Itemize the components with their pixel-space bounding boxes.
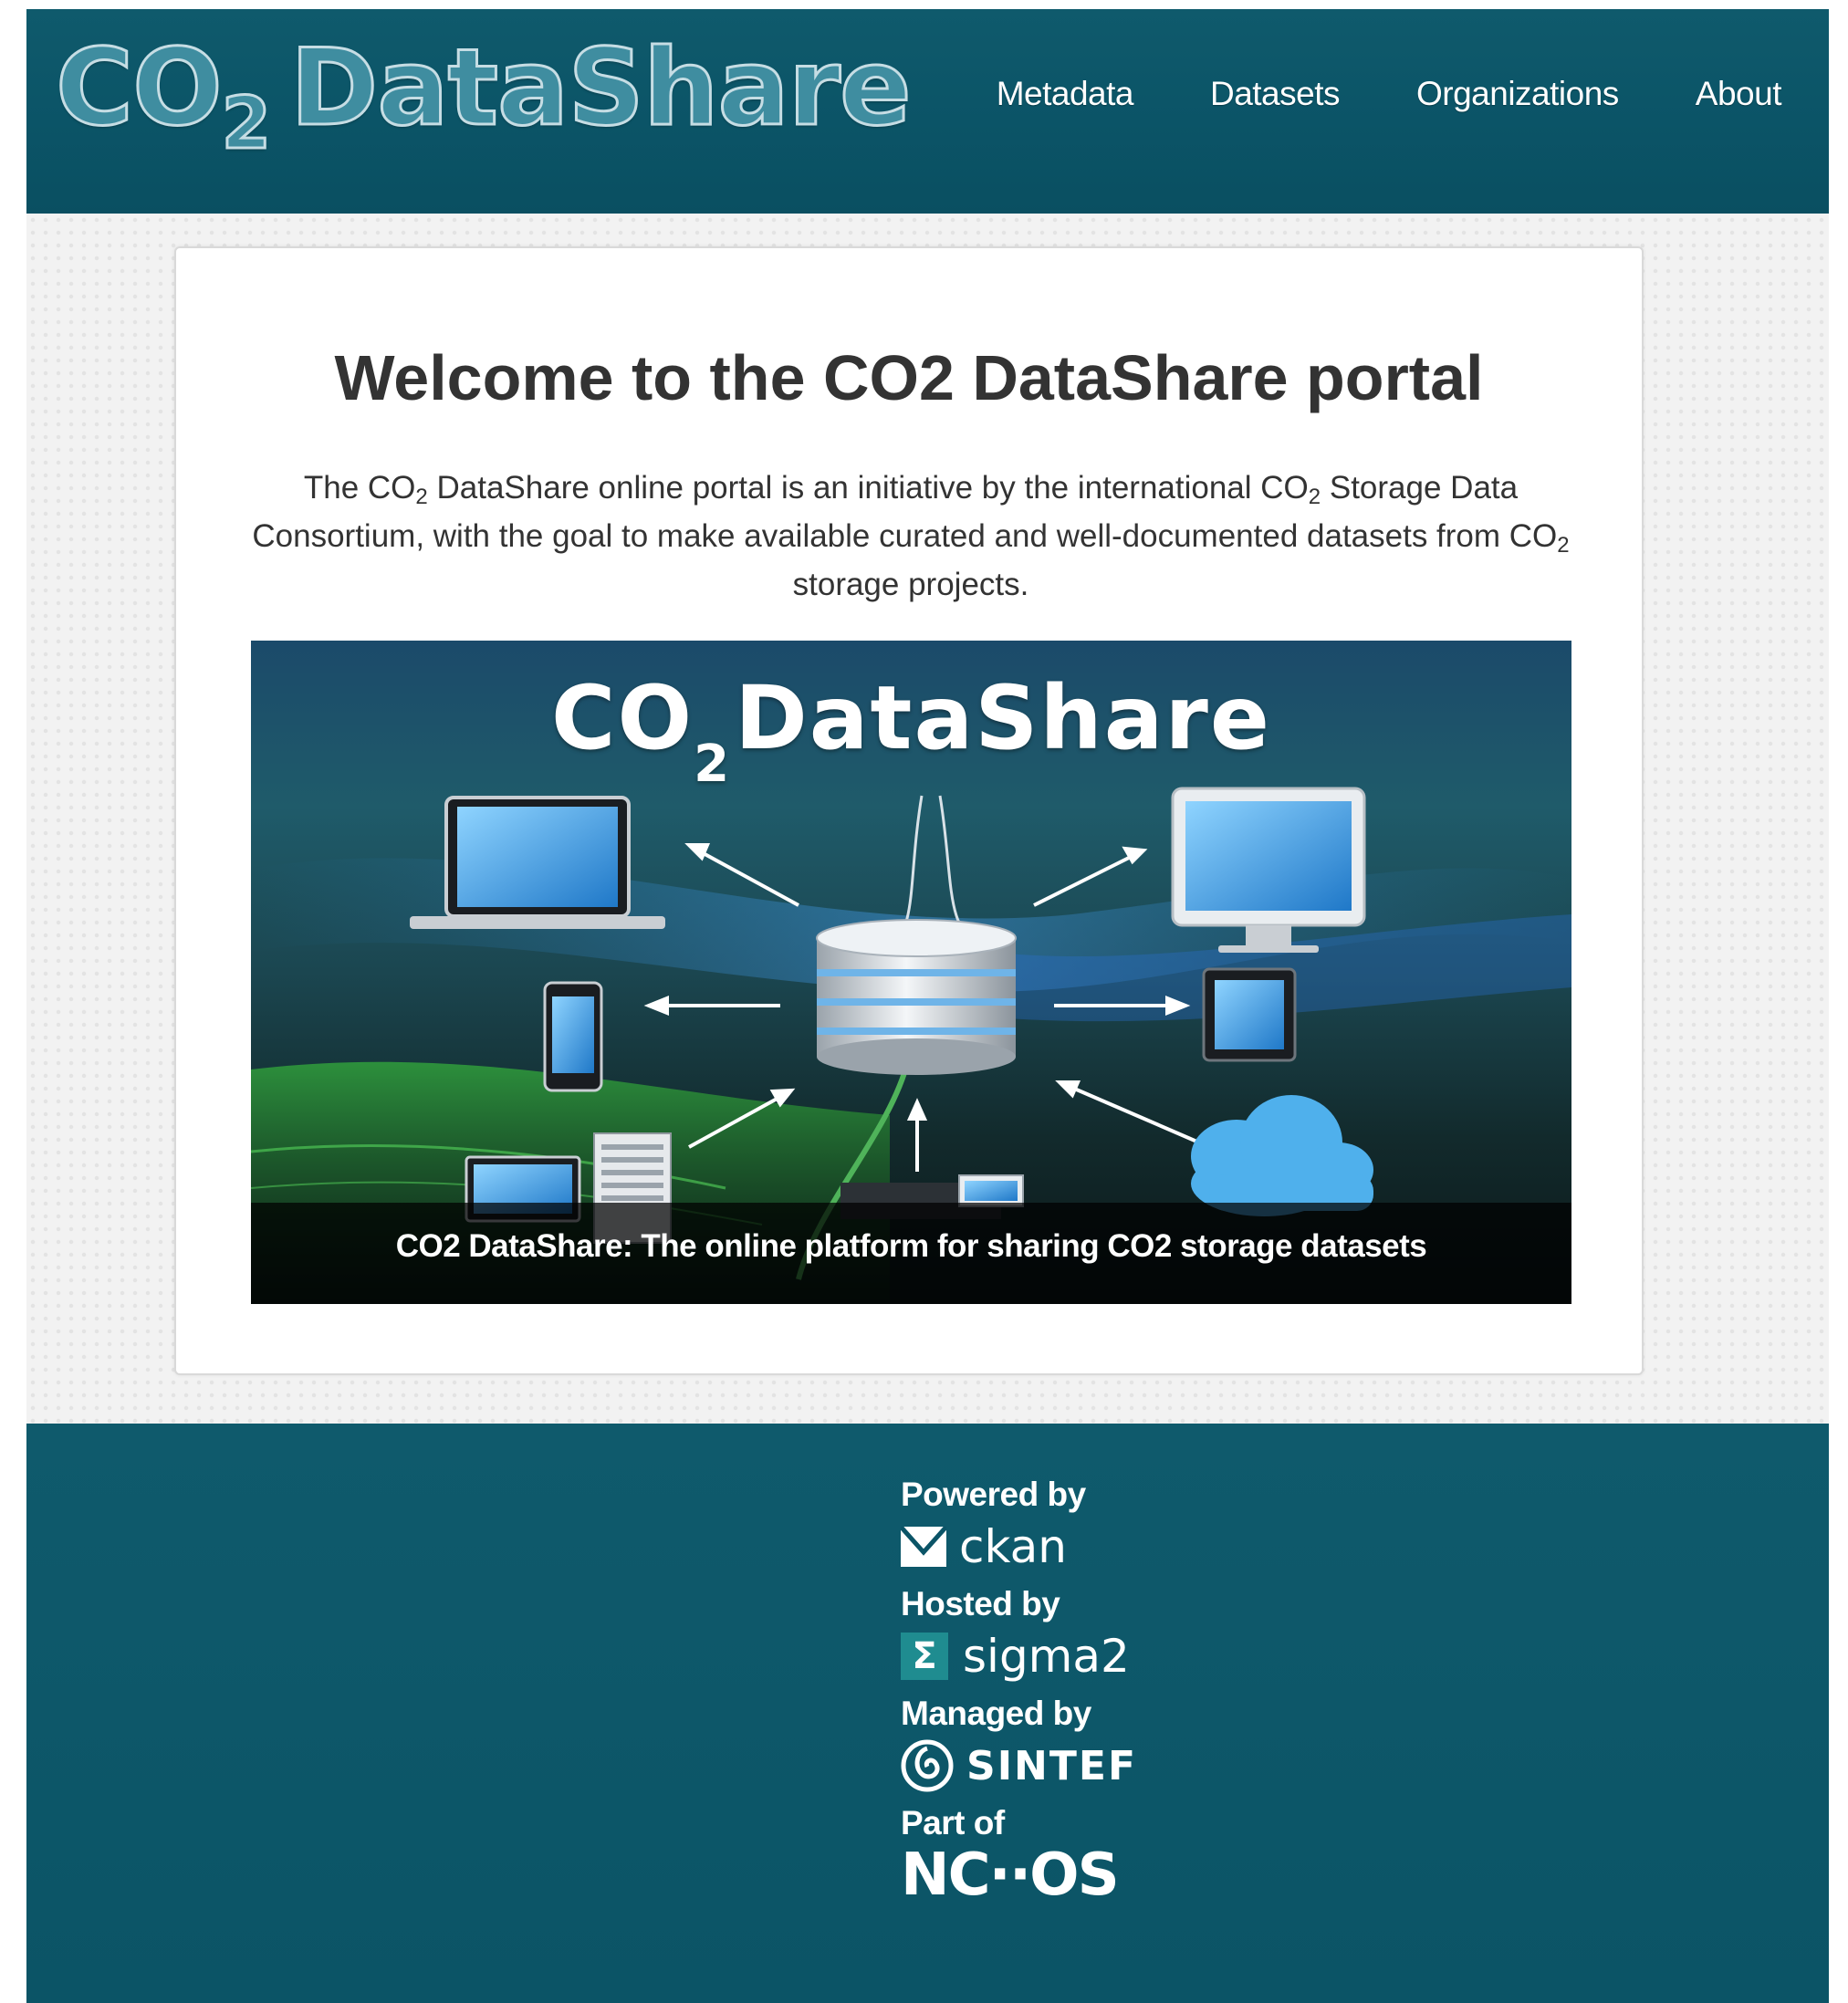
site-logo[interactable]: CO 2 DataShare xyxy=(55,26,914,167)
sigma-icon: Σ xyxy=(901,1633,948,1680)
ckan-logo-text: ckan xyxy=(959,1520,1067,1573)
logo-datashare: DataShare xyxy=(289,26,914,150)
hosted-by-label: Hosted by xyxy=(901,1585,1060,1622)
sintef-logo-link[interactable]: SINTEF xyxy=(901,1734,1229,1798)
intro-text: The CO2 DataShare online portal is an in… xyxy=(252,470,1570,602)
nav-metadata[interactable]: Metadata xyxy=(997,73,1134,115)
masthead: CO 2 DataShare Metadata Datasets Organizat… xyxy=(26,9,1829,214)
sigma2-logo-link[interactable]: Σ sigma2 xyxy=(901,1624,1229,1688)
laptop-icon xyxy=(410,796,665,929)
banner-title: CO2DataShare xyxy=(551,667,1271,794)
tablet-icon xyxy=(1202,967,1297,1062)
cloud-icon xyxy=(1191,1095,1373,1216)
page-title: Welcome to the CO2 DataShare portal xyxy=(334,342,1484,413)
nav-about[interactable]: About xyxy=(1696,73,1782,115)
logo-subscript: 2 xyxy=(220,82,272,167)
phone-icon xyxy=(543,981,603,1092)
ckan-envelope-icon xyxy=(901,1527,946,1567)
sintef-logo-text: SINTEF xyxy=(966,1742,1138,1789)
part-of-label: Part of xyxy=(901,1804,1005,1841)
main-content: Welcome to the CO2 DataShare portal The … xyxy=(26,214,1829,1424)
sigma2-logo-text: sigma2 xyxy=(963,1630,1130,1683)
sintef-swirl-icon xyxy=(901,1739,954,1792)
database-icon xyxy=(816,919,1017,1075)
welcome-card: Welcome to the CO2 DataShare portal The … xyxy=(174,246,1644,1375)
banner-caption: CO2 DataShare: The online platform for s… xyxy=(395,1228,1427,1264)
ncos-logo-text: NC··OS xyxy=(901,1841,1120,1909)
nav-organizations[interactable]: Organizations xyxy=(1416,73,1619,115)
main-nav: Metadata Datasets Organizations About xyxy=(997,73,1782,115)
site-footer: Powered by ckan Hosted by Σ sigma2 Manag… xyxy=(26,1424,1829,2003)
footer-credits: Powered by ckan Hosted by Σ sigma2 Manag… xyxy=(901,1475,1229,1913)
hero-banner-image[interactable]: CO2DataShare CO2 DataShare: The online p… xyxy=(251,641,1571,1304)
nav-datasets[interactable]: Datasets xyxy=(1210,73,1341,115)
ckan-logo-link[interactable]: ckan xyxy=(901,1515,1229,1579)
logo-co: CO xyxy=(55,26,224,150)
powered-by-label: Powered by xyxy=(901,1476,1086,1513)
ncos-logo-link[interactable]: NC··OS xyxy=(901,1841,1229,1909)
page: CO 2 DataShare Metadata Datasets Organizat… xyxy=(26,9,1829,2003)
banner-caption-bar: CO2 DataShare: The online platform for s… xyxy=(251,1203,1571,1304)
managed-by-label: Managed by xyxy=(901,1695,1091,1732)
